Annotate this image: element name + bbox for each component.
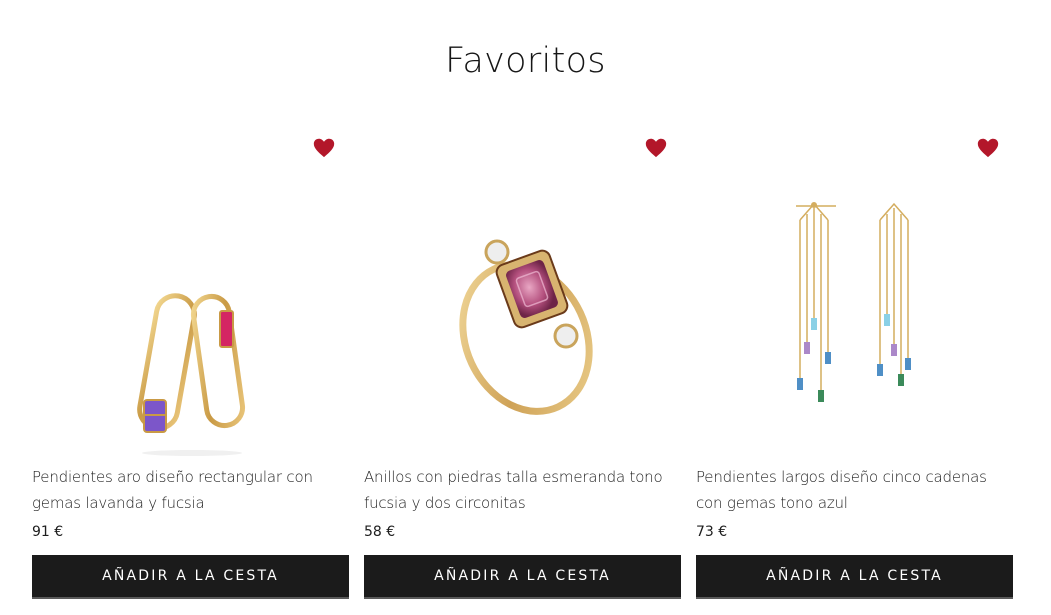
add-to-cart-button[interactable]: AÑADIR A LA CESTA — [32, 555, 349, 599]
product-name[interactable]: Pendientes aro diseño rectangular con ge… — [32, 464, 349, 516]
product-name[interactable]: Anillos con piedras talla esmeranda tono… — [364, 464, 681, 516]
product-card: Anillos con piedras talla esmeranda tono… — [364, 118, 681, 615]
product-card: Pendientes aro diseño rectangular con ge… — [32, 118, 349, 615]
product-image[interactable] — [696, 168, 1013, 458]
product-card: Pendientes largos diseño cinco cadenas c… — [696, 118, 1013, 615]
favorites-grid: Pendientes aro diseño rectangular con ge… — [32, 118, 1013, 615]
heart-icon[interactable] — [977, 138, 999, 158]
add-to-cart-button[interactable]: AÑADIR A LA CESTA — [364, 555, 681, 599]
product-price: 91 € — [32, 524, 64, 540]
product-price: 73 € — [696, 524, 728, 540]
add-to-cart-button[interactable]: AÑADIR A LA CESTA — [696, 555, 1013, 599]
page-title: Favoritos — [445, 41, 606, 81]
product-name[interactable]: Pendientes largos diseño cinco cadenas c… — [696, 464, 1013, 516]
heart-icon[interactable] — [313, 138, 335, 158]
product-price: 58 € — [364, 524, 396, 540]
heart-icon[interactable] — [645, 138, 667, 158]
product-image[interactable] — [32, 168, 349, 458]
product-image[interactable] — [364, 168, 681, 458]
